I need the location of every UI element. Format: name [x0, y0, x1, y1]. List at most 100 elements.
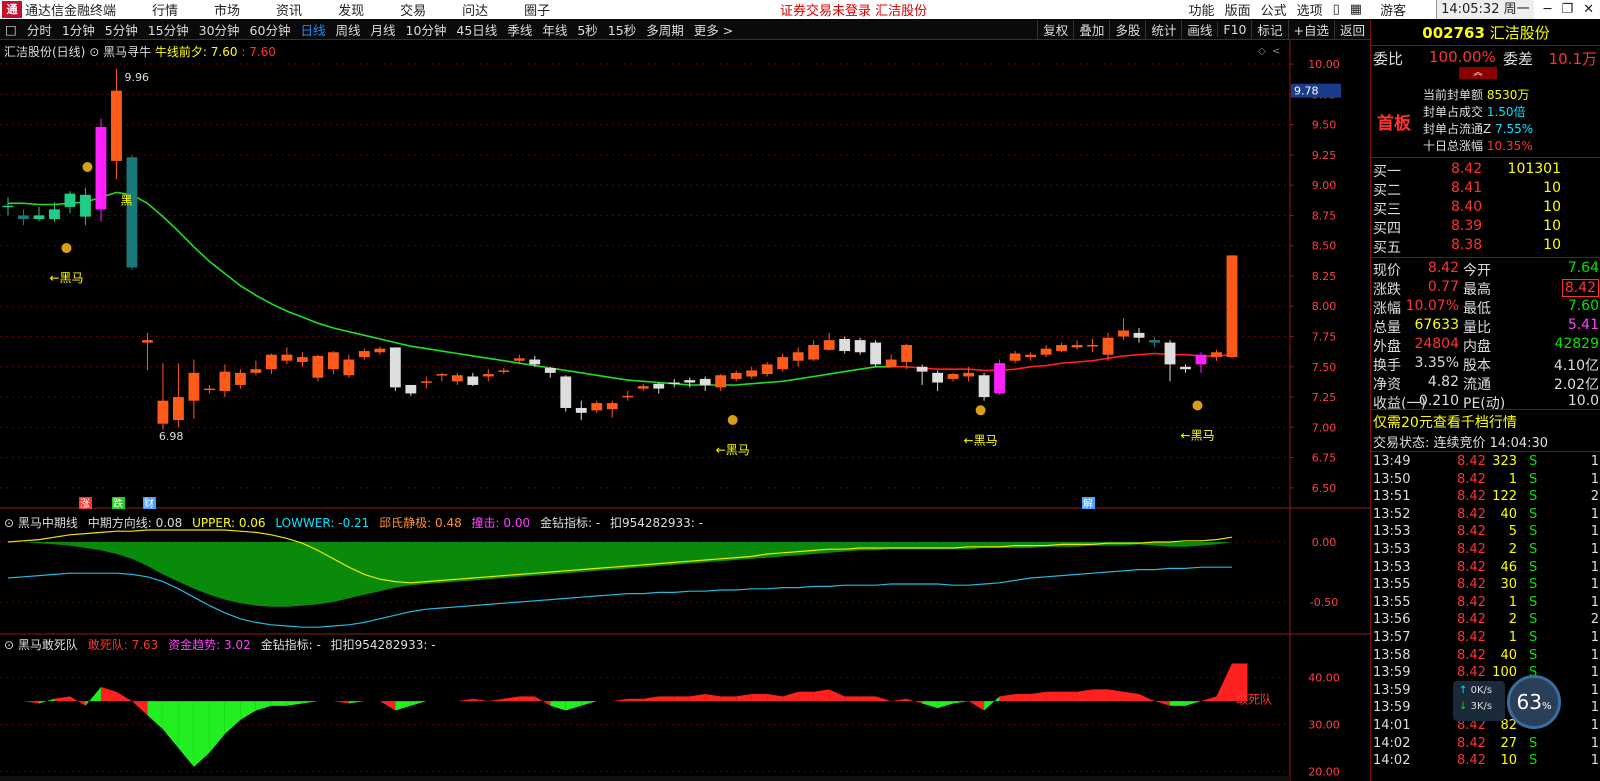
bid-row[interactable]: 买四 8.39 10	[1371, 218, 1600, 237]
tick-price: 8.42	[1457, 612, 1486, 628]
user-name[interactable]: 游客	[1380, 0, 1406, 19]
period-tab[interactable]: 周线	[330, 20, 365, 39]
hs-title[interactable]: 黑马敢死队	[18, 638, 78, 652]
period-tab[interactable]: 60分钟	[245, 20, 296, 39]
period-tab[interactable]: 30分钟	[194, 20, 245, 39]
hs-axis-label: 40.00	[1308, 672, 1340, 685]
period-tab[interactable]: 10分钟	[401, 20, 452, 39]
tool-button[interactable]: 多股	[1109, 20, 1145, 39]
tick-time: 13:52	[1373, 506, 1411, 522]
chart-svg[interactable]: 10.009.759.509.259.008.758.508.258.007.7…	[0, 40, 1370, 781]
bid-volume: 10	[1543, 237, 1561, 253]
phone-icon[interactable]: ▯	[1333, 2, 1340, 17]
hs-area-segment	[162, 701, 179, 749]
promo-text[interactable]: 仅需20元查看千档行情	[1373, 415, 1517, 431]
menu-item[interactable]: 圈子	[524, 0, 550, 19]
menu-item[interactable]: 问达	[462, 0, 488, 19]
bid-row[interactable]: 买二 8.41 10	[1371, 180, 1600, 199]
collapse-icon[interactable]: ⊙	[4, 638, 18, 652]
candle-body	[792, 352, 804, 361]
quote-value: 5.41	[1567, 317, 1599, 333]
candle-body	[1180, 366, 1191, 370]
hs-area-segment	[658, 696, 675, 702]
candle-body	[157, 400, 169, 424]
collapse-icon[interactable]: ⊙	[4, 516, 18, 530]
period-tab[interactable]: 45日线	[451, 20, 502, 39]
stock-header: 002763 汇洁股份	[1371, 22, 1600, 44]
tick-volume: 40	[1500, 647, 1517, 663]
period-tab[interactable]: 分时	[22, 20, 57, 39]
candle-body	[1195, 354, 1207, 365]
toolbar-square-icon[interactable]: □	[0, 22, 22, 37]
event-marker-label: 跌	[113, 497, 123, 510]
collapse-icon[interactable]: ⊙	[89, 45, 103, 59]
menu-item[interactable]: 交易	[400, 0, 426, 19]
collapse-arrow-icon[interactable]: ︽	[1459, 67, 1497, 79]
grid-icon[interactable]: ▦	[1350, 2, 1362, 17]
candle-body	[1164, 342, 1176, 365]
seal-value: 1.50倍	[1486, 105, 1526, 119]
menu-options[interactable]: 选项	[1297, 0, 1323, 19]
candle-body	[777, 357, 789, 370]
tick-time: 13:53	[1373, 542, 1411, 557]
macd-title[interactable]: 黑马中期线	[18, 516, 78, 530]
hs-area-segment	[410, 701, 427, 706]
period-tab[interactable]: 季线	[502, 20, 537, 39]
candle-body	[250, 369, 262, 373]
period-tab[interactable]: 月线	[365, 20, 400, 39]
tool-button[interactable]: F10	[1217, 22, 1251, 37]
period-tab[interactable]: 15秒	[603, 20, 641, 39]
tick-row: 13:53 8.42 2 S 1	[1371, 542, 1600, 560]
period-tab[interactable]: 15分钟	[143, 20, 194, 39]
candle-body	[1226, 255, 1238, 358]
tool-button[interactable]: 返回	[1333, 20, 1370, 39]
period-tab[interactable]: 年线	[537, 20, 572, 39]
period-tab[interactable]: 1分钟	[57, 20, 100, 39]
tool-button[interactable]: 叠加	[1073, 20, 1109, 39]
tool-button[interactable]: +自选	[1287, 20, 1334, 39]
hs-area-segment	[1154, 701, 1171, 706]
tick-side: S	[1529, 577, 1538, 593]
tick-volume: 46	[1500, 559, 1517, 575]
period-tab[interactable]: 5分钟	[100, 20, 143, 39]
candle-body	[947, 374, 959, 379]
candle-body	[451, 375, 463, 382]
minimize-icon[interactable]: ─	[1544, 2, 1552, 17]
bid-row[interactable]: 买三 8.40 10	[1371, 199, 1600, 218]
tool-button[interactable]: 画线	[1181, 20, 1217, 39]
tick-row: 13:58 8.42 40 S 1	[1371, 648, 1600, 666]
menu-item[interactable]: 资讯	[276, 0, 302, 19]
tool-button[interactable]: 标记	[1251, 20, 1287, 39]
login-warning[interactable]: 证券交易未登录 汇洁股份	[780, 0, 927, 19]
tool-button[interactable]: 统计	[1145, 20, 1181, 39]
bid-row[interactable]: 买五 8.38 10	[1371, 237, 1600, 256]
quote-label: 现价	[1373, 263, 1401, 279]
tick-extra: 1	[1590, 524, 1599, 540]
candle-body	[312, 355, 324, 378]
menu-item[interactable]: 行情	[152, 0, 178, 19]
restore-icon[interactable]: ❐	[1561, 2, 1573, 17]
chart-area[interactable]: 10.009.759.509.259.008.758.508.258.007.7…	[0, 40, 1370, 781]
hs-area-segment	[612, 698, 628, 702]
indicator-name[interactable]: 黑马寻牛	[103, 45, 151, 59]
tool-button[interactable]: 复权	[1037, 20, 1073, 39]
diamond-icon: ◇	[1258, 46, 1266, 57]
close-icon[interactable]: ✕	[1583, 2, 1594, 17]
menu-layout[interactable]: 版面	[1225, 0, 1251, 19]
money-bag-icon	[1192, 400, 1203, 411]
quote-label: 最低	[1463, 301, 1491, 317]
candle-body	[405, 384, 417, 394]
menu-formula[interactable]: 公式	[1261, 0, 1287, 19]
menu-item[interactable]: 发现	[338, 0, 364, 19]
quote-label: 净资	[1373, 377, 1401, 393]
bid-row[interactable]: 买一 8.42 101301	[1371, 161, 1600, 180]
performance-gauge[interactable]: 63%	[1507, 675, 1561, 729]
menu-function[interactable]: 功能	[1189, 0, 1215, 19]
period-tab[interactable]: 多周期	[641, 20, 689, 39]
promo-link[interactable]: 仅需20元查看千档行情	[1371, 412, 1600, 431]
period-more[interactable]: 更多 >	[689, 20, 738, 39]
period-tab-active[interactable]: 日线	[295, 20, 330, 39]
speed-widget[interactable]: ↑ 0K/s ↓ 3K/s	[1453, 681, 1505, 721]
menu-item[interactable]: 市场	[214, 0, 240, 19]
period-tab[interactable]: 5秒	[572, 20, 602, 39]
